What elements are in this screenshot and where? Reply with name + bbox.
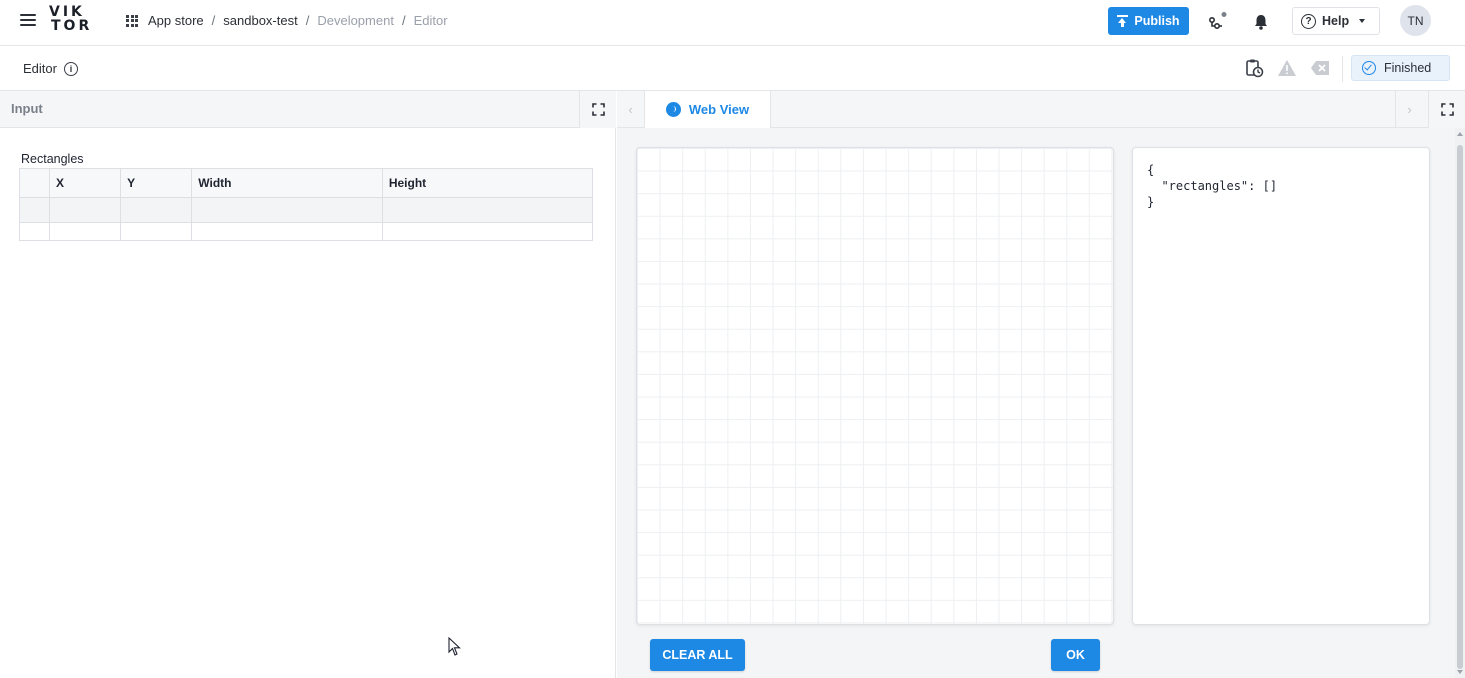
mouse-cursor-icon bbox=[448, 636, 462, 662]
info-icon[interactable]: i bbox=[63, 61, 78, 76]
table-cell[interactable] bbox=[191, 222, 383, 241]
column-header-width: Width bbox=[191, 168, 383, 198]
scroll-down-icon[interactable] bbox=[1457, 670, 1463, 674]
table-cell[interactable] bbox=[381, 222, 594, 241]
editor-title: Editor i bbox=[23, 61, 78, 76]
breadcrumb-separator: / bbox=[401, 13, 406, 28]
table-cell[interactable] bbox=[120, 197, 193, 223]
help-icon: ? bbox=[1301, 13, 1316, 29]
drawing-canvas[interactable] bbox=[636, 147, 1114, 625]
apps-grid-icon bbox=[126, 14, 138, 27]
status-label: Finished bbox=[1384, 61, 1432, 75]
chevron-down-icon bbox=[1359, 19, 1366, 23]
breadcrumb-separator: / bbox=[305, 13, 310, 28]
table-cell[interactable] bbox=[191, 197, 383, 223]
top-bar: VIK TOR App store / sandbox-test / Devel… bbox=[0, 0, 1465, 46]
help-button[interactable]: ? Help bbox=[1292, 7, 1380, 35]
rectangles-label: Rectangles bbox=[21, 152, 84, 166]
table-cell[interactable] bbox=[48, 222, 122, 241]
tab-web-view[interactable]: Web View bbox=[645, 91, 771, 128]
status-badge[interactable]: Finished bbox=[1351, 55, 1450, 81]
help-label: Help bbox=[1322, 14, 1350, 28]
chevron-left-icon[interactable]: ‹ bbox=[617, 91, 645, 128]
table-cell[interactable] bbox=[19, 197, 50, 223]
bell-icon[interactable] bbox=[1252, 12, 1272, 32]
column-header-y: Y bbox=[120, 168, 193, 198]
editor-toolbar: Editor i Finished bbox=[0, 46, 1465, 91]
breadcrumb-app-store[interactable]: App store bbox=[148, 13, 204, 28]
expand-icon[interactable] bbox=[579, 91, 616, 128]
table-cell[interactable] bbox=[120, 222, 193, 241]
json-output: { "rectangles": [] } bbox=[1132, 147, 1430, 625]
input-panel: Input Rectangles X Y Width Height bbox=[0, 91, 616, 678]
publish-button[interactable]: Publish bbox=[1108, 7, 1189, 35]
column-header-x: X bbox=[48, 168, 122, 198]
scrollbar-thumb[interactable] bbox=[1457, 145, 1463, 669]
menu-icon[interactable] bbox=[20, 14, 36, 28]
table-header-row: X Y Width Height bbox=[19, 168, 594, 198]
webview-icon bbox=[665, 102, 681, 117]
check-circle-icon bbox=[1362, 61, 1376, 75]
table-index-header bbox=[19, 168, 50, 198]
table-row[interactable] bbox=[19, 222, 594, 241]
deploy-icon[interactable] bbox=[1207, 12, 1227, 32]
input-panel-title: Input bbox=[11, 101, 43, 116]
column-header-height: Height bbox=[381, 168, 594, 198]
breadcrumb-editor: Editor bbox=[413, 13, 448, 28]
delete-icon[interactable] bbox=[1310, 60, 1330, 81]
scrollbar[interactable] bbox=[1455, 128, 1465, 678]
view-tabs: ‹ Web View › bbox=[617, 91, 1465, 128]
breadcrumb-sandbox-test[interactable]: sandbox-test bbox=[223, 13, 297, 28]
table-cell[interactable] bbox=[381, 197, 594, 223]
warning-icon[interactable] bbox=[1277, 59, 1297, 82]
input-panel-header: Input bbox=[0, 91, 616, 128]
viktor-logo[interactable]: VIK TOR bbox=[49, 5, 92, 33]
table-row[interactable] bbox=[19, 197, 594, 223]
logo-line-2: TOR bbox=[51, 18, 93, 34]
clear-all-button[interactable]: CLEAR ALL bbox=[650, 639, 745, 671]
ok-button[interactable]: OK bbox=[1051, 639, 1100, 671]
scroll-up-icon[interactable] bbox=[1457, 132, 1463, 136]
editor-title-label: Editor bbox=[23, 61, 57, 76]
logo-line-1: VIK bbox=[49, 4, 85, 20]
rectangles-table[interactable]: X Y Width Height bbox=[19, 168, 594, 241]
table-cell[interactable] bbox=[19, 222, 50, 241]
publish-label: Publish bbox=[1134, 14, 1180, 28]
breadcrumb-development[interactable]: Development bbox=[317, 13, 394, 28]
expand-icon[interactable] bbox=[1428, 91, 1465, 128]
avatar[interactable]: TN bbox=[1400, 5, 1431, 36]
clipboard-clock-icon[interactable] bbox=[1244, 58, 1264, 83]
breadcrumb-separator: / bbox=[211, 13, 216, 28]
view-panel: ‹ Web View › { "rectangles": [] } CLEAR … bbox=[617, 91, 1465, 678]
json-text: { "rectangles": [] } bbox=[1147, 163, 1278, 209]
toolbar-divider bbox=[1342, 56, 1343, 82]
breadcrumb: App store / sandbox-test / Development /… bbox=[126, 13, 448, 28]
tab-web-view-label: Web View bbox=[688, 102, 750, 117]
table-cell[interactable] bbox=[48, 197, 122, 223]
publish-arrow-icon bbox=[1117, 15, 1129, 27]
chevron-right-icon[interactable]: › bbox=[1395, 91, 1423, 128]
